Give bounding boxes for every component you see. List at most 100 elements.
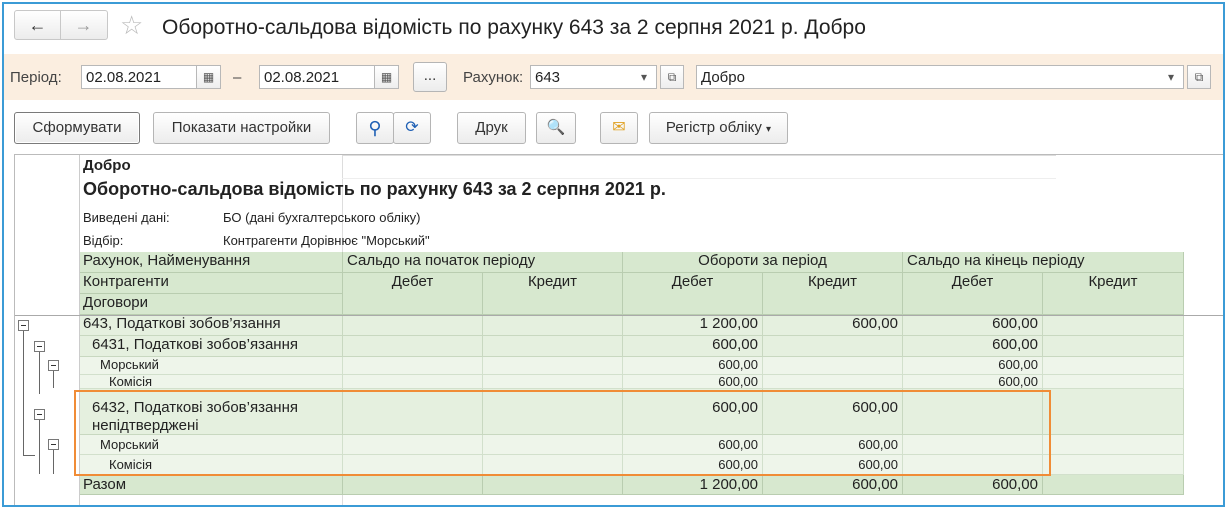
open-window-icon: ⧉ [1194,70,1204,84]
date-to-input[interactable]: 02.08.2021 [259,65,375,89]
tree-line [39,419,40,474]
row-6431-turnover-debit[interactable]: 600,00 [623,336,763,357]
row-6431-opening-credit[interactable] [483,336,623,357]
nav-buttons: ← → [14,10,108,40]
generate-button[interactable]: Сформувати [14,112,140,144]
organization-open-button[interactable]: ⧉ [1187,65,1211,89]
header-closing-balance: Сальдо на кінець періоду [903,252,1184,273]
row-6431-contract-opening-credit[interactable] [483,375,623,389]
period-label: Період: [10,69,62,86]
total-turnover-debit: 1 200,00 [623,475,763,495]
tree-line [53,448,54,474]
row-6431-contract-opening-debit[interactable] [343,375,483,389]
row-6431-contract-turnover-credit[interactable] [763,375,903,389]
row-6431-contract-closing-debit[interactable]: 600,00 [903,375,1043,389]
row-643-turnover-debit[interactable]: 1 200,00 [623,315,763,336]
print-button[interactable]: Друк [457,112,526,144]
print-preview-button[interactable]: 🔍 [536,112,576,144]
register-label: Регістр обліку [665,119,762,136]
date-from-input[interactable]: 02.08.2021 [81,65,197,89]
collapse-group-6431-counterparty-icon[interactable] [48,360,59,371]
total-closing-credit [1043,475,1184,495]
header-account: Рахунок, Найменування [80,252,343,273]
header-closing-credit: Кредит [1043,273,1184,315]
tree-line [23,455,35,456]
row-6431-counterparty-name[interactable]: Морський [80,357,343,375]
forward-button[interactable]: → [61,11,106,39]
calendar-icon: ▦ [202,70,215,84]
header-opening-balance: Сальдо на початок періоду [343,252,623,273]
total-row-name: Разом [80,475,343,495]
account-open-button[interactable]: ⧉ [660,65,684,89]
favorite-star-icon[interactable]: ☆ [120,10,143,41]
search-icon: ⚲ [368,118,382,138]
row-6431-counterparty-opening-credit[interactable] [483,357,623,375]
collapse-group-6431-icon[interactable] [34,341,45,352]
row-6431-turnover-credit[interactable] [763,336,903,357]
row-643-name[interactable]: 643, Податкові зобов’язання [80,315,343,336]
row-6431-closing-credit[interactable] [1043,336,1184,357]
tree-line [23,329,24,455]
header-closing-debit: Дебет [903,273,1043,315]
collapse-group-6432-icon[interactable] [34,409,45,420]
row-6432-counterparty-closing-credit[interactable] [1043,435,1184,455]
total-turnover-credit: 600,00 [763,475,903,495]
row-6431-counterparty-opening-debit[interactable] [343,357,483,375]
back-button[interactable]: ← [15,11,61,39]
row-6431-counterparty-closing-credit[interactable] [1043,357,1184,375]
header-contracts: Договори [80,294,343,315]
row-6431-counterparty-turnover-credit[interactable] [763,357,903,375]
highlight-box [74,390,1051,476]
print-preview-icon: 🔍 [546,119,566,136]
title-bar: ← → ☆ Оборотно-сальдова відомість по рах… [4,4,1223,52]
row-6431-contract-closing-credit[interactable] [1043,375,1184,389]
group-separator [15,315,1223,316]
chevron-down-icon: ▾ [766,124,772,135]
row-6431-counterparty-closing-debit[interactable]: 600,00 [903,357,1043,375]
tree-line [39,350,40,394]
header-turnover: Обороти за період [623,252,903,273]
search-button[interactable]: ⚲ [356,112,394,144]
tree-line [53,369,54,388]
search-next-button[interactable]: ⟳ [393,112,431,144]
row-643-opening-credit[interactable] [483,315,623,336]
collapse-group-643-icon[interactable] [18,320,29,331]
report-title: Оборотно-сальдова відомість по рахунку 6… [83,179,666,199]
calendar-from-button[interactable]: ▦ [196,65,221,89]
organization-dropdown-button[interactable]: ▾ [1159,66,1183,90]
account-dropdown-button[interactable]: ▾ [632,66,656,90]
row-6431-opening-debit[interactable] [343,336,483,357]
header-counterparties: Контрагенти [80,273,343,294]
row-6431-counterparty-turnover-debit[interactable]: 600,00 [623,357,763,375]
row-6431-closing-debit[interactable]: 600,00 [903,336,1043,357]
row-6432-closing-credit[interactable] [1043,389,1184,435]
total-opening-credit [483,475,623,495]
row-6432-contract-closing-credit[interactable] [1043,455,1184,475]
row-643-closing-debit[interactable]: 600,00 [903,315,1043,336]
show-settings-button[interactable]: Показати настройки [153,112,330,144]
window-title: Оборотно-сальдова відомість по рахунку 6… [162,16,866,39]
header-opening-credit: Кредит [483,273,623,315]
collapse-group-6432-counterparty-icon[interactable] [48,439,59,450]
period-select-button[interactable]: ... [413,62,447,92]
register-button[interactable]: Регістр обліку ▾ [649,112,788,144]
calendar-to-button[interactable]: ▦ [374,65,399,89]
account-label: Рахунок: [463,69,524,86]
total-closing-debit: 600,00 [903,475,1043,495]
header-turnover-credit: Кредит [763,273,903,315]
row-643-closing-credit[interactable] [1043,315,1184,336]
filter-value: Контрагенти Дорівнює "Морський" [223,233,430,248]
row-6431-name[interactable]: 6431, Податкові зобов’язання [80,336,343,357]
row-643-opening-debit[interactable] [343,315,483,336]
organization-input[interactable]: Добро [696,65,1184,89]
back-arrow-icon: ← [28,15,47,35]
forward-arrow-icon: → [74,15,93,35]
row-6431-contract-name[interactable]: Комісія [80,375,343,389]
row-643-turnover-credit[interactable]: 600,00 [763,315,903,336]
send-email-button[interactable]: ✉ [600,112,638,144]
report-org: Добро [83,157,131,174]
row-6431-contract-turnover-debit[interactable]: 600,00 [623,375,763,389]
calendar-icon: ▦ [380,70,393,84]
header-opening-debit: Дебет [343,273,483,315]
data-label: Виведені дані: [83,210,170,225]
